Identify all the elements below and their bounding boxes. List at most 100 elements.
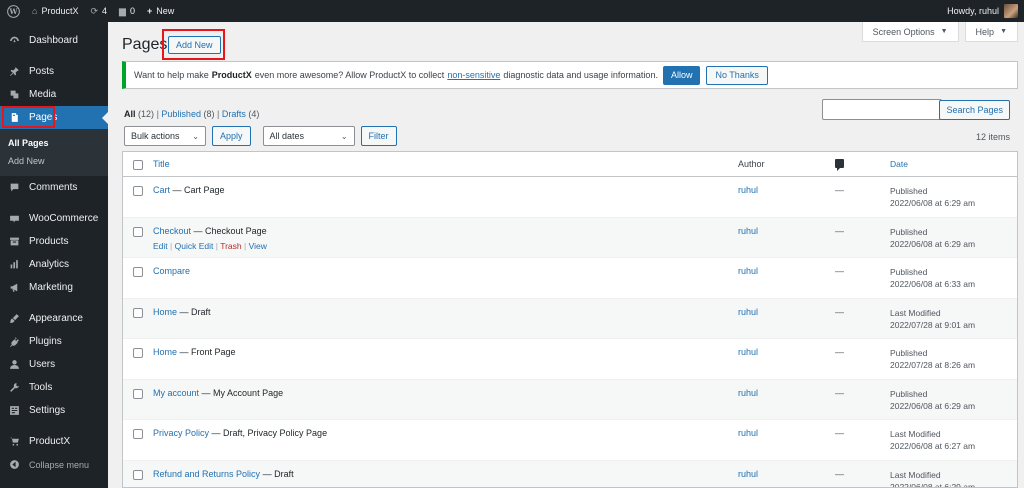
non-sensitive-link[interactable]: non-sensitive <box>447 70 500 80</box>
sidebar-item-comments[interactable]: Comments <box>0 176 108 199</box>
row-checkbox[interactable] <box>133 429 143 439</box>
updates-link[interactable]: ⟳ 4 <box>84 0 113 22</box>
publish-status: Published <box>890 348 928 358</box>
page-title-link[interactable]: Privacy Policy <box>153 428 209 438</box>
author-link[interactable]: ruhul <box>738 307 758 317</box>
sidebar-item-label: Users <box>29 359 56 370</box>
row-action-quick-edit[interactable]: Quick Edit <box>175 241 214 251</box>
sidebar-item-settings[interactable]: Settings <box>0 399 108 422</box>
new-label: New <box>156 6 175 16</box>
data-collection-notice: Want to help make ProductX even more awe… <box>122 61 1018 89</box>
date-filter-select[interactable]: All dates ⌄ <box>262 126 355 146</box>
sidebar-item-tools[interactable]: Tools <box>0 376 108 399</box>
sidebar-item-media[interactable]: Media <box>0 83 108 106</box>
sidebar-item-woocommerce[interactable]: WooCommerce <box>0 207 108 230</box>
sidebar-item-posts[interactable]: Posts <box>0 60 108 83</box>
wrench-icon <box>8 382 20 394</box>
page-title-link[interactable]: Cart <box>153 185 170 195</box>
author-link[interactable]: ruhul <box>738 428 758 438</box>
author-link[interactable]: ruhul <box>738 266 758 276</box>
author-link[interactable]: ruhul <box>738 388 758 398</box>
sidebar-item-analytics[interactable]: Analytics <box>0 253 108 276</box>
author-link[interactable]: ruhul <box>738 347 758 357</box>
date-cell: Last Modified 2022/06/08 at 6:27 am <box>890 428 1015 452</box>
page-title-link[interactable]: My account <box>153 388 199 398</box>
page-title-link[interactable]: Compare <box>153 266 190 276</box>
help-button[interactable]: Help ▼ <box>964 22 1018 42</box>
caret-down-icon: ▼ <box>940 28 948 35</box>
my-account-link[interactable]: Howdy, ruhul <box>947 4 1024 18</box>
apply-button[interactable]: Apply <box>212 126 251 146</box>
wordpress-logo-icon[interactable]: W <box>0 0 26 22</box>
row-checkbox[interactable] <box>133 226 143 237</box>
screen-options-label: Screen Options <box>872 26 935 37</box>
sidebar-item-plugins[interactable]: Plugins <box>0 330 108 353</box>
search-input[interactable] <box>822 99 942 120</box>
page-title: Pages <box>122 36 168 53</box>
filter-drafts-link[interactable]: Drafts (4) <box>222 109 260 119</box>
column-header-date[interactable]: Date <box>890 158 1015 170</box>
pages-submenu: All Pages Add New <box>0 129 108 176</box>
publish-status: Published <box>890 267 928 277</box>
table-row: Home — Draft ruhul — Last Modified 2022/… <box>123 298 1017 339</box>
site-name-link[interactable]: ⌂ ProductX <box>26 0 84 22</box>
row-title-cell: Checkout — Checkout Page Edit | Quick Ed… <box>153 226 738 251</box>
items-count: 12 items <box>975 132 1010 142</box>
sidebar-item-products[interactable]: Products <box>0 230 108 253</box>
sidebar-item-label: Media <box>29 89 57 100</box>
row-checkbox[interactable] <box>133 307 143 318</box>
sidebar-item-appearance[interactable]: Appearance <box>0 307 108 330</box>
row-checkbox[interactable] <box>133 388 143 399</box>
table-row: Home — Front Page ruhul — Published 2022… <box>123 339 1017 380</box>
author-link[interactable]: ruhul <box>738 185 758 195</box>
row-checkbox[interactable] <box>133 348 143 358</box>
filter-published-link[interactable]: Published (8) <box>161 109 214 119</box>
sidebar-item-users[interactable]: Users <box>0 353 108 376</box>
sidebar-item-label: WooCommerce <box>29 213 99 224</box>
sidebar-item-marketing[interactable]: Marketing <box>0 276 108 299</box>
row-checkbox[interactable] <box>133 186 143 196</box>
comments-column-icon[interactable] <box>835 158 844 171</box>
site-name: ProductX <box>41 6 79 16</box>
woo-icon <box>8 213 20 225</box>
updates-count: 4 <box>102 6 108 16</box>
sidebar-item-dashboard[interactable]: Dashboard <box>0 29 108 52</box>
author-link[interactable]: ruhul <box>738 469 758 479</box>
row-action-view[interactable]: View <box>249 241 267 251</box>
row-action-edit[interactable]: Edit <box>153 241 168 251</box>
row-checkbox[interactable] <box>133 469 143 480</box>
row-checkbox[interactable] <box>133 267 143 277</box>
author-link[interactable]: ruhul <box>738 226 758 236</box>
row-action-trash[interactable]: Trash <box>220 241 241 251</box>
page-title-link[interactable]: Home <box>153 307 177 317</box>
date-cell: Published 2022/06/08 at 6:29 am <box>890 226 1015 250</box>
collapse-menu-button[interactable]: Collapse menu <box>0 453 108 476</box>
page-title-link[interactable]: Refund and Returns Policy <box>153 469 260 479</box>
page-title-link[interactable]: Checkout <box>153 226 191 236</box>
bulk-actions-select[interactable]: Bulk actions ⌄ <box>124 126 206 146</box>
select-all-checkbox[interactable] <box>133 159 143 170</box>
page-state: — Draft <box>179 306 211 317</box>
admin-sidebar: Dashboard Posts Media Pages All Pages Ad… <box>0 22 108 488</box>
publish-date: 2022/06/08 at 6:29 am <box>890 238 976 249</box>
page-state: — Draft, Privacy Policy Page <box>211 428 328 438</box>
comments-link[interactable]: ▆ 0 <box>113 0 141 22</box>
submenu-add-new[interactable]: Add New <box>0 152 108 170</box>
row-action-separator: | <box>215 240 218 251</box>
submenu-all-pages[interactable]: All Pages <box>0 134 108 152</box>
new-content-link[interactable]: + New <box>141 0 180 22</box>
filter-separator: | <box>216 109 220 119</box>
column-header-author: Author <box>738 159 765 169</box>
comment-bubble-icon: ▆ <box>119 5 126 16</box>
filter-button[interactable]: Filter <box>360 126 397 146</box>
filter-all-link[interactable]: All (12) <box>124 109 154 119</box>
page-title-link[interactable]: Home <box>153 347 177 357</box>
table-row: My account — My Account Page ruhul — Pub… <box>123 379 1017 420</box>
page-state: — Cart Page <box>172 185 225 195</box>
allow-button[interactable]: Allow <box>662 65 701 85</box>
no-thanks-button[interactable]: No Thanks <box>706 65 768 85</box>
column-header-title[interactable]: Title <box>153 159 738 169</box>
search-pages-button[interactable]: Search Pages <box>939 100 1010 120</box>
sidebar-item-productx[interactable]: ProductX <box>0 430 108 453</box>
screen-options-button[interactable]: Screen Options ▼ <box>861 22 959 42</box>
